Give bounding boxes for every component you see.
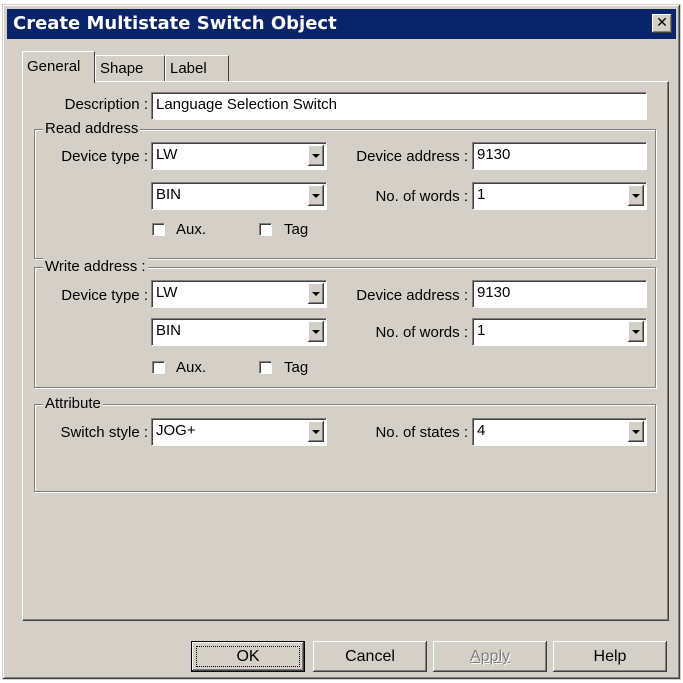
close-icon: ✕ [656,15,668,31]
title-bar[interactable]: Create Multistate Switch Object ✕ [7,9,676,39]
tab-shape[interactable]: Shape [95,55,165,81]
tab-general-label: General [27,58,81,75]
cancel-button[interactable]: Cancel [313,641,427,672]
tab-label[interactable]: Label [165,55,229,81]
apply-button[interactable]: Apply [433,641,547,672]
help-button[interactable]: Help [553,641,667,672]
apply-button-label: Apply [469,648,511,665]
focus-rect [196,646,300,667]
tab-shape-label: Shape [100,60,144,77]
help-button-label: Help [593,648,627,665]
window-title: Create Multistate Switch Object [13,13,337,34]
general-tab-panel [22,81,669,621]
tab-label-label: Label [170,60,207,77]
cancel-button-label: Cancel [345,648,395,665]
ok-button[interactable]: OK [191,641,305,672]
close-button[interactable]: ✕ [652,14,672,33]
tab-general[interactable]: General [22,51,95,83]
